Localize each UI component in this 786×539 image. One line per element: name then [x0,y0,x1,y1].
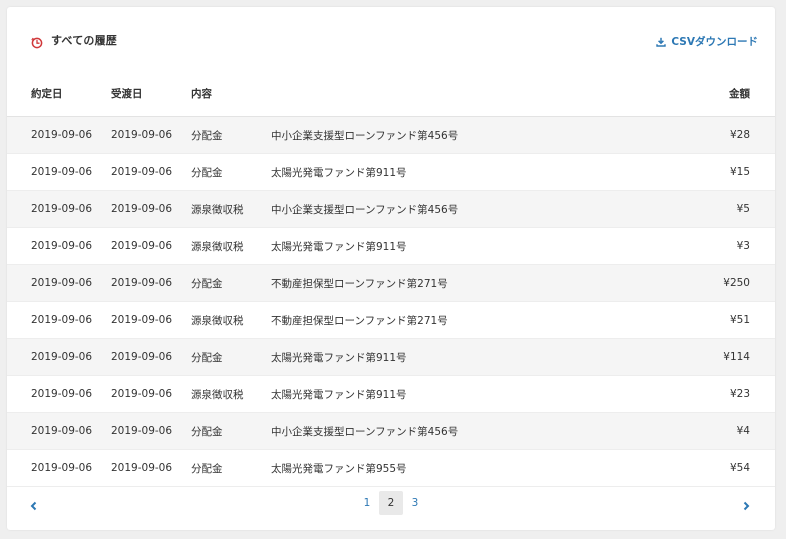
cell-amount: ¥15 [650,153,775,191]
pagination: 123 [7,491,775,515]
cell-fund-name: 中小企業支援型ローンファンド第456号 [271,190,650,228]
column-header-fund [271,71,650,117]
cell-settlement-date: 2019-09-06 [111,227,191,265]
download-icon [656,37,667,47]
cell-content: 源泉徴収税 [191,227,271,265]
cell-trade-date: 2019-09-06 [7,116,111,154]
column-header-content: 内容 [191,71,271,117]
cell-content: 源泉徴収税 [191,190,271,228]
cell-settlement-date: 2019-09-06 [111,190,191,228]
cell-settlement-date: 2019-09-06 [111,412,191,450]
csv-download-button[interactable]: CSVダウンロード [656,34,758,49]
prev-page-button[interactable] [29,497,39,511]
cell-fund-name: 中小企業支援型ローンファンド第456号 [271,412,650,450]
cell-settlement-date: 2019-09-06 [111,301,191,339]
clock-icon [31,34,43,49]
table-row: 2019-09-06 2019-09-06 源泉徴収税 太陽光発電ファンド第911号 ¥… [7,227,775,265]
cell-amount: ¥3 [650,227,775,265]
cell-fund-name: 不動産担保型ローンファンド第271号 [271,301,650,339]
cell-fund-name: 不動産担保型ローンファンド第271号 [271,264,650,302]
cell-content: 分配金 [191,338,271,376]
cell-content: 源泉徴収税 [191,375,271,413]
cell-content: 分配金 [191,116,271,154]
table-header-row: 約定日 受渡日 内容 金額 [7,71,775,117]
csv-download-label: CSVダウンロード [671,36,758,48]
table-row: 2019-09-06 2019-09-06 源泉徴収税 中小企業支援型ローンファンド第… [7,190,775,228]
page-list: 123 [355,491,427,515]
cell-trade-date: 2019-09-06 [7,338,111,376]
table-row: 2019-09-06 2019-09-06 分配金 太陽光発電ファンド第911号 ¥15 [7,153,775,191]
page-title: すべての履歴 [51,34,117,47]
cell-amount: ¥114 [650,338,775,376]
cell-content: 分配金 [191,153,271,191]
table-row: 2019-09-06 2019-09-06 源泉徴収税 太陽光発電ファンド第911号 ¥… [7,375,775,413]
title-group: すべての履歴 [31,32,117,49]
cell-settlement-date: 2019-09-06 [111,116,191,154]
cell-trade-date: 2019-09-06 [7,153,111,191]
page-button-2[interactable]: 2 [379,491,403,515]
cell-amount: ¥250 [650,264,775,302]
history-card: すべての履歴 CSVダウンロード 約定日 受渡日 内容 金額 2019-09-0… [7,7,775,530]
history-table: 約定日 受渡日 内容 金額 2019-09-06 2019-09-06 分配金 中小企… [7,71,775,487]
table-row: 2019-09-06 2019-09-06 分配金 太陽光発電ファンド第911号 ¥11… [7,338,775,376]
cell-amount: ¥54 [650,449,775,487]
card-header: すべての履歴 CSVダウンロード [7,7,775,71]
cell-fund-name: 太陽光発電ファンド第911号 [271,338,650,376]
cell-trade-date: 2019-09-06 [7,449,111,487]
cell-fund-name: 中小企業支援型ローンファンド第456号 [271,116,650,154]
cell-amount: ¥51 [650,301,775,339]
cell-settlement-date: 2019-09-06 [111,338,191,376]
column-header-settlement-date: 受渡日 [111,71,191,117]
cell-fund-name: 太陽光発電ファンド第955号 [271,449,650,487]
cell-settlement-date: 2019-09-06 [111,375,191,413]
cell-trade-date: 2019-09-06 [7,412,111,450]
cell-trade-date: 2019-09-06 [7,227,111,265]
cell-amount: ¥4 [650,412,775,450]
cell-trade-date: 2019-09-06 [7,190,111,228]
cell-trade-date: 2019-09-06 [7,264,111,302]
page-button-3[interactable]: 3 [403,491,427,515]
cell-content: 分配金 [191,449,271,487]
cell-trade-date: 2019-09-06 [7,301,111,339]
column-header-amount: 金額 [650,71,775,117]
cell-fund-name: 太陽光発電ファンド第911号 [271,375,650,413]
cell-fund-name: 太陽光発電ファンド第911号 [271,153,650,191]
cell-settlement-date: 2019-09-06 [111,449,191,487]
chevron-right-icon [743,501,750,511]
chevron-left-icon [30,501,37,511]
cell-content: 分配金 [191,264,271,302]
cell-content: 源泉徴収税 [191,301,271,339]
table-row: 2019-09-06 2019-09-06 源泉徴収税 不動産担保型ローンファンド第2… [7,301,775,339]
cell-content: 分配金 [191,412,271,450]
next-page-button[interactable] [741,497,751,511]
cell-fund-name: 太陽光発電ファンド第911号 [271,227,650,265]
page-button-1[interactable]: 1 [355,491,379,515]
cell-amount: ¥5 [650,190,775,228]
cell-amount: ¥28 [650,116,775,154]
column-header-trade-date: 約定日 [7,71,111,117]
cell-settlement-date: 2019-09-06 [111,153,191,191]
cell-amount: ¥23 [650,375,775,413]
table-body: 2019-09-06 2019-09-06 分配金 中小企業支援型ローンファンド第45… [7,116,775,487]
cell-trade-date: 2019-09-06 [7,375,111,413]
table-row: 2019-09-06 2019-09-06 分配金 不動産担保型ローンファンド第271… [7,264,775,302]
cell-settlement-date: 2019-09-06 [111,264,191,302]
table-row: 2019-09-06 2019-09-06 分配金 中小企業支援型ローンファンド第45… [7,116,775,154]
table-row: 2019-09-06 2019-09-06 分配金 中小企業支援型ローンファンド第45… [7,412,775,450]
table-row: 2019-09-06 2019-09-06 分配金 太陽光発電ファンド第955号 ¥54 [7,449,775,487]
